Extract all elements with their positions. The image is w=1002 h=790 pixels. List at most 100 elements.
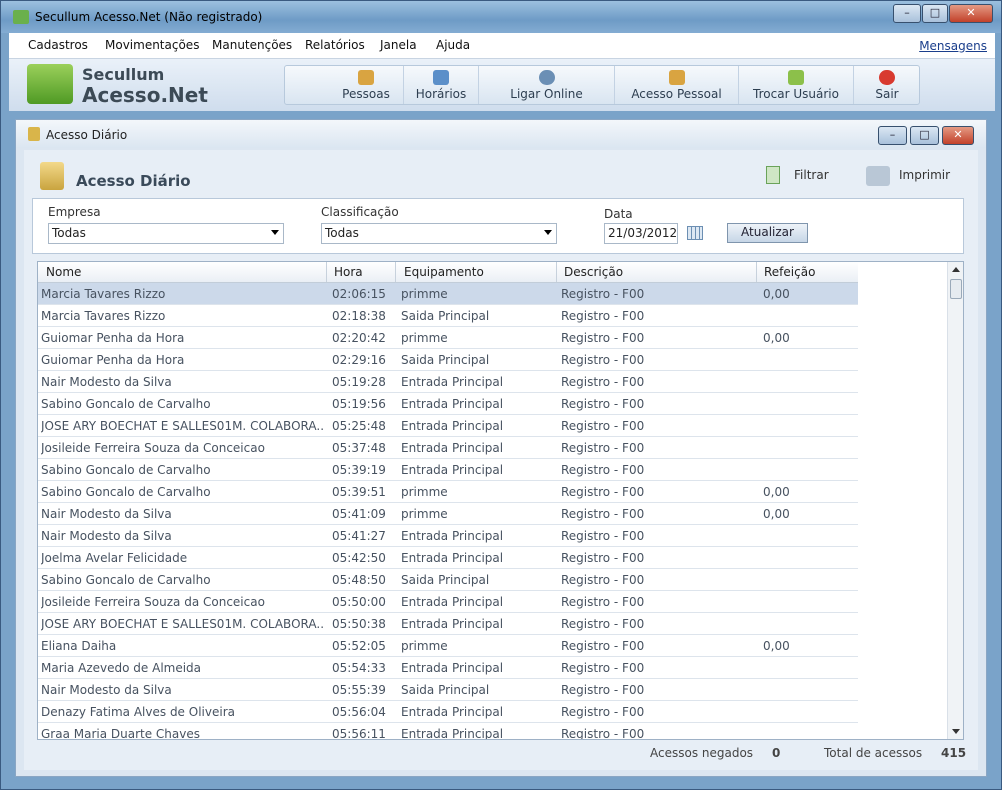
menu-movimentacoes[interactable]: Movimentações <box>105 38 199 52</box>
table-cell: 05:54:33 <box>332 661 386 675</box>
table-cell: 05:42:50 <box>332 551 386 565</box>
table-row[interactable]: Nair Modesto da Silva 05:41:27 Entrada Pri… <box>38 525 858 547</box>
scroll-down-icon[interactable] <box>952 729 960 734</box>
table-row[interactable]: Nair Modesto da Silva 05:41:09 primme Regis… <box>38 503 858 525</box>
column-divider <box>395 262 396 282</box>
table-cell: 05:41:27 <box>332 529 386 543</box>
close-button[interactable]: ✕ <box>949 4 993 23</box>
scroll-up-icon[interactable] <box>952 267 960 272</box>
window-title: Secullum Acesso.Net (Não registrado) <box>35 10 263 24</box>
table-row[interactable]: Nair Modesto da Silva 05:19:28 Entrada Pri… <box>38 371 858 393</box>
panel-minimize-button[interactable]: – <box>878 126 907 145</box>
menu-manutencoes[interactable]: Manutenções <box>212 38 292 52</box>
table-row[interactable]: Denazy Fatima Alves de Oliveira 05:56:04 E… <box>38 701 858 723</box>
table-row[interactable]: Marcia Tavares Rizzo 02:06:15 primme Regist… <box>38 283 858 305</box>
calendar-icon[interactable] <box>687 226 703 240</box>
page-title: Acesso Diário <box>76 172 191 190</box>
table-row[interactable]: Guiomar Penha da Hora 02:20:42 primme Regis… <box>38 327 858 349</box>
filter-button[interactable]: Filtrar <box>794 168 829 182</box>
table-cell: 05:52:05 <box>332 639 386 653</box>
col-descricao[interactable]: Descrição <box>564 265 623 279</box>
chevron-down-icon <box>271 230 279 235</box>
table-cell: Entrada Principal <box>401 705 504 719</box>
table-cell: primme <box>401 331 448 345</box>
date-input[interactable]: 21/03/2012 <box>604 223 678 244</box>
update-button[interactable]: Atualizar <box>727 223 808 243</box>
table-row[interactable]: Maria Azevedo de Almeida 05:54:33 Entrada … <box>38 657 858 679</box>
table-cell: Registro - F00 <box>561 639 645 653</box>
logo-text-top: Secullum <box>82 65 165 84</box>
logo-icon <box>27 64 73 104</box>
switch-user-icon <box>788 70 804 85</box>
scroll-thumb[interactable] <box>950 279 962 299</box>
maximize-button[interactable]: □ <box>922 4 948 23</box>
table-row[interactable]: Josileide Ferreira Souza da Conceicao 05:… <box>38 591 858 613</box>
table-cell: Marcia Tavares Rizzo <box>41 309 166 323</box>
table-row[interactable]: Joelma Avelar Felicidade 05:42:50 Entrada … <box>38 547 858 569</box>
table-cell: Maria Azevedo de Almeida <box>41 661 202 675</box>
vertical-scrollbar[interactable] <box>947 262 963 739</box>
minimize-button[interactable]: – <box>893 4 921 23</box>
denied-label: Acessos negados <box>650 746 754 760</box>
table-row[interactable]: Graa Maria Duarte Chaves 05:56:11 Entrada … <box>38 723 858 740</box>
col-nome[interactable]: Nome <box>46 265 81 279</box>
print-button[interactable]: Imprimir <box>899 168 950 182</box>
table-cell: 05:37:48 <box>332 441 386 455</box>
table-cell: Entrada Principal <box>401 595 504 609</box>
denied-count: 0 <box>772 746 781 760</box>
menu-ajuda[interactable]: Ajuda <box>436 38 470 52</box>
toolbar-acesso-pessoal-button[interactable]: Acesso Pessoal <box>615 66 739 104</box>
chevron-down-icon <box>544 230 552 235</box>
classificacao-select[interactable]: Todas <box>321 223 557 244</box>
table-cell: Marcia Tavares Rizzo <box>41 287 166 301</box>
table-row[interactable]: Marcia Tavares Rizzo 02:18:38 Saida Princi… <box>38 305 858 327</box>
toolbar-horarios-button[interactable]: Horários <box>404 66 479 104</box>
toolbar-pessoas-label: Pessoas <box>342 87 390 101</box>
table-cell: 0,00 <box>763 485 790 499</box>
table-cell: primme <box>401 485 448 499</box>
table-cell: Entrada Principal <box>401 463 504 477</box>
table-row[interactable]: Sabino Goncalo de Carvalho 05:39:19 Entrad… <box>38 459 858 481</box>
table-row[interactable]: Josileide Ferreira Souza da Conceicao 05:… <box>38 437 858 459</box>
table-cell: primme <box>401 639 448 653</box>
table-row[interactable]: Sabino Goncalo de Carvalho 05:19:56 Entrad… <box>38 393 858 415</box>
menu-janela[interactable]: Janela <box>380 38 417 52</box>
table-row[interactable]: Eliana Daiha 05:52:05 primme Registro - F00… <box>38 635 858 657</box>
table-cell: 05:41:09 <box>332 507 386 521</box>
door-icon <box>28 127 40 141</box>
col-equipamento[interactable]: Equipamento <box>404 265 484 279</box>
table-row[interactable]: Guiomar Penha da Hora 02:29:16 Saida Princ… <box>38 349 858 371</box>
table-cell: Entrada Principal <box>401 727 504 740</box>
table-cell: Entrada Principal <box>401 617 504 631</box>
col-hora[interactable]: Hora <box>334 265 363 279</box>
menu-relatorios[interactable]: Relatórios <box>305 38 365 52</box>
messages-link[interactable]: Mensagens <box>919 39 987 53</box>
table-row[interactable]: JOSE ARY BOECHAT E SALLES01M. COLABORA..… <box>38 415 858 437</box>
toolbar-trocar-usuario-button[interactable]: Trocar Usuário <box>739 66 854 104</box>
panel-maximize-button[interactable]: □ <box>910 126 939 145</box>
empresa-select[interactable]: Todas <box>48 223 284 244</box>
toolbar-pessoas-button[interactable]: Pessoas <box>329 66 404 104</box>
table-cell: 05:39:19 <box>332 463 386 477</box>
printer-icon[interactable] <box>866 166 890 186</box>
table-row[interactable]: Nair Modesto da Silva 05:55:39 Saida Princ… <box>38 679 858 701</box>
toolbar-trocar-usuario-label: Trocar Usuário <box>753 87 839 101</box>
table-cell: Registro - F00 <box>561 375 645 389</box>
table-cell: 05:19:28 <box>332 375 386 389</box>
toolbar-ligar-online-button[interactable]: Ligar Online <box>479 66 615 104</box>
column-divider <box>326 262 327 282</box>
table-row[interactable]: Sabino Goncalo de Carvalho 05:39:51 primme… <box>38 481 858 503</box>
menu-cadastros[interactable]: Cadastros <box>28 38 88 52</box>
table-cell: Nair Modesto da Silva <box>41 529 172 543</box>
col-refeicao[interactable]: Refeição <box>764 265 815 279</box>
table-row[interactable]: Sabino Goncalo de Carvalho 05:48:50 Saida … <box>38 569 858 591</box>
panel-close-button[interactable]: ✕ <box>942 126 974 145</box>
table-cell: Entrada Principal <box>401 419 504 433</box>
filter-icon[interactable] <box>766 166 780 184</box>
table-row[interactable]: JOSE ARY BOECHAT E SALLES01M. COLABORA..… <box>38 613 858 635</box>
classificacao-value: Todas <box>325 226 359 240</box>
table-cell: 05:19:56 <box>332 397 386 411</box>
table-cell: Saida Principal <box>401 683 490 697</box>
toolbar-sair-button[interactable]: Sair <box>854 66 920 104</box>
table-cell: 0,00 <box>763 331 790 345</box>
